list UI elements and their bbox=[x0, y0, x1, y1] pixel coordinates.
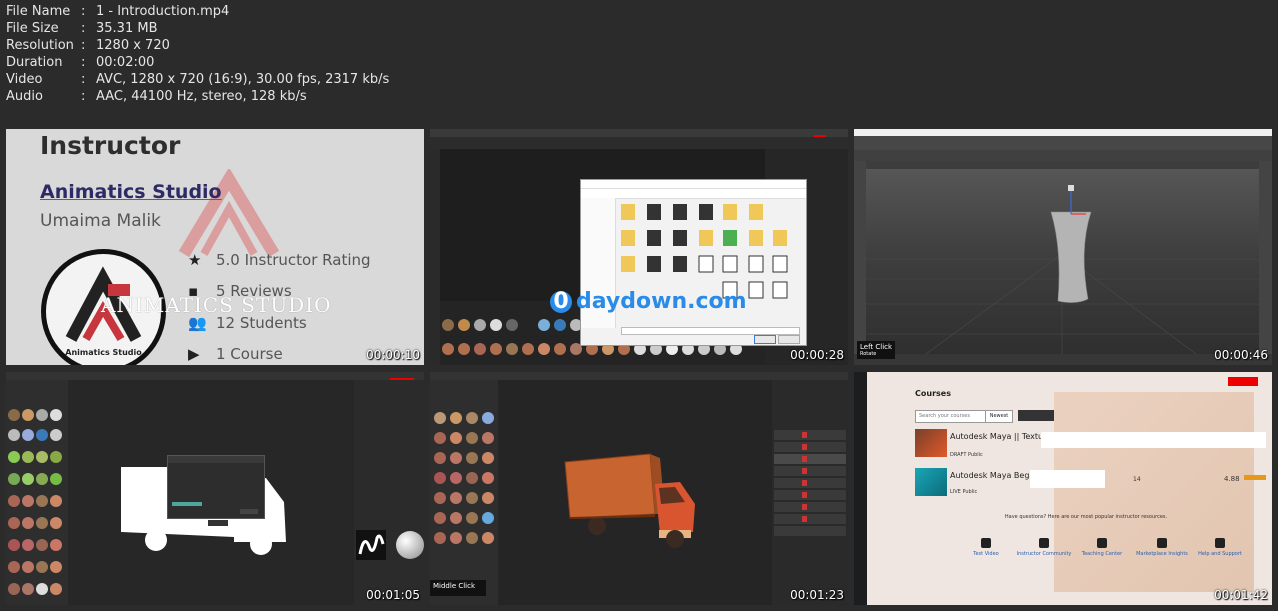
timestamp: 00:01:23 bbox=[790, 588, 844, 602]
thumbnail-maya-viewport[interactable]: Left Click Rotate 00:00:46 bbox=[854, 129, 1272, 365]
thumbnail-painter-truck[interactable]: Middle Click 00:01:23 bbox=[430, 372, 848, 605]
resources-prompt: Have questions? Here are our most popula… bbox=[1004, 514, 1168, 520]
resource-teaching-center[interactable]: Teaching Center bbox=[1072, 538, 1132, 557]
viewport[interactable] bbox=[866, 169, 1259, 355]
course-status: DRAFT Public bbox=[950, 452, 983, 458]
instructor-studio-link[interactable]: Animatics Studio bbox=[40, 181, 222, 203]
stat-students: 👥 12 Students bbox=[188, 314, 307, 332]
search-courses-input[interactable]: Search your courses bbox=[915, 410, 988, 423]
mouse-hint: Middle Click bbox=[430, 580, 486, 596]
layer-list bbox=[774, 430, 846, 536]
viewport-scene bbox=[866, 185, 1259, 355]
file-name-input[interactable] bbox=[621, 327, 800, 335]
instructor-name: Umaima Malik bbox=[40, 211, 161, 231]
timestamp: 00:00:10 bbox=[366, 348, 420, 362]
cancel-button[interactable] bbox=[778, 335, 800, 344]
thumbnail-painter-bake[interactable]: 00:01:05 bbox=[6, 372, 424, 605]
meta-row-audio: Audio: AAC, 44100 Hz, stereo, 128 kb/s bbox=[6, 89, 307, 104]
cancel-button[interactable] bbox=[240, 509, 258, 514]
layers-panel[interactable] bbox=[772, 380, 848, 605]
dialog-title-bar bbox=[581, 180, 806, 189]
watermark-badge: 0 bbox=[550, 291, 572, 313]
background-graphic bbox=[1054, 392, 1254, 592]
shelf-panel bbox=[430, 380, 498, 605]
title-bar bbox=[430, 129, 848, 137]
meta-row-resolution: Resolution:1280 x 720 bbox=[6, 38, 170, 53]
stroke-icon bbox=[358, 534, 385, 555]
timestamp: 00:00:46 bbox=[1214, 348, 1268, 362]
instructor-sidebar[interactable] bbox=[854, 372, 867, 605]
menu-bar bbox=[6, 372, 424, 380]
file-metadata: File Name:1 - Introduction.mp4 File Size… bbox=[6, 3, 389, 105]
course-thumbnail[interactable] bbox=[915, 429, 947, 457]
baking-progress-dialog[interactable] bbox=[167, 455, 265, 519]
course-revenue-box bbox=[1030, 470, 1105, 488]
help-icon bbox=[1215, 538, 1225, 548]
title-bar bbox=[854, 129, 1272, 136]
record-indicator bbox=[1228, 377, 1258, 386]
view-toggle[interactable] bbox=[1018, 410, 1054, 421]
people-icon: 👥 bbox=[188, 314, 207, 332]
material-balls bbox=[8, 409, 62, 595]
course-thumbnail[interactable] bbox=[915, 468, 947, 496]
material-preview bbox=[396, 531, 424, 559]
open-file-dialog[interactable] bbox=[580, 179, 807, 346]
thumbnail-courses-page[interactable]: Courses Search your courses Newest Autod… bbox=[854, 372, 1272, 605]
course-progress-box bbox=[1041, 432, 1266, 448]
chat-icon bbox=[1039, 538, 1049, 548]
logo-caption: Animatics Studio bbox=[65, 348, 142, 357]
stat-rating: ★ 5.0 Instructor Rating bbox=[188, 251, 371, 269]
channel-box bbox=[1259, 161, 1272, 365]
left-toolbar bbox=[430, 149, 440, 365]
rating-stars-icon bbox=[1244, 475, 1266, 480]
resource-test-video[interactable]: Test Video bbox=[956, 538, 1016, 557]
sort-select[interactable]: Newest bbox=[985, 410, 1013, 423]
resource-instructor-community[interactable]: Instructor Community bbox=[1014, 538, 1074, 557]
shelf-bar bbox=[854, 136, 1272, 150]
site-watermark: 0 daydown.com bbox=[550, 289, 747, 314]
video-icon bbox=[981, 538, 991, 548]
timestamp: 00:00:28 bbox=[790, 348, 844, 362]
menu-bar bbox=[430, 372, 848, 380]
status-line bbox=[854, 150, 1272, 161]
chart-icon bbox=[1157, 538, 1167, 548]
badge-icon: ▪ bbox=[188, 282, 199, 300]
play-icon: ▶ bbox=[188, 345, 200, 363]
progress-bar bbox=[172, 502, 202, 506]
star-icon: ★ bbox=[188, 251, 202, 269]
open-button[interactable] bbox=[754, 335, 776, 344]
menu-bar bbox=[430, 137, 848, 149]
student-count: 14 bbox=[1133, 476, 1141, 483]
resource-marketplace-insights[interactable]: Marketplace Insights bbox=[1132, 538, 1192, 557]
meta-row-file-size: File Size:35.31 MB bbox=[6, 21, 158, 36]
course-status: LIVE Public bbox=[950, 489, 978, 495]
thumbnail-file-dialog[interactable]: 0 daydown.com 00:00:28 bbox=[430, 129, 848, 365]
shelf-panel bbox=[6, 380, 68, 605]
resource-help-support[interactable]: Help and Support bbox=[1190, 538, 1250, 557]
timeline[interactable] bbox=[854, 354, 1272, 365]
timestamp: 00:01:42 bbox=[1214, 588, 1268, 602]
timestamp: 00:01:05 bbox=[366, 588, 420, 602]
meta-row-file-name: File Name:1 - Introduction.mp4 bbox=[6, 4, 230, 19]
course-rating: 4.88 bbox=[1224, 475, 1240, 483]
toolbox bbox=[854, 161, 866, 365]
properties-panel[interactable] bbox=[354, 380, 424, 605]
book-icon bbox=[1097, 538, 1107, 548]
instructor-heading: Instructor bbox=[40, 131, 181, 160]
stat-reviews: ▪ 5 Reviews bbox=[188, 282, 292, 300]
mouse-hint: Left Click Rotate bbox=[857, 341, 896, 359]
courses-heading: Courses bbox=[915, 389, 951, 398]
brush-preview bbox=[356, 530, 386, 560]
meta-row-video: Video: AVC, 1280 x 720 (16:9), 30.00 fps,… bbox=[6, 72, 390, 87]
material-balls bbox=[434, 412, 494, 544]
dialog-title-bar bbox=[168, 456, 264, 463]
meta-row-duration: Duration:00:02:00 bbox=[6, 55, 155, 70]
orange-truck-model bbox=[564, 453, 695, 548]
thumbnail-instructor[interactable]: Instructor Animatics Studio Umaima Malik… bbox=[6, 129, 424, 365]
stat-courses: ▶ 1 Course bbox=[188, 345, 283, 363]
